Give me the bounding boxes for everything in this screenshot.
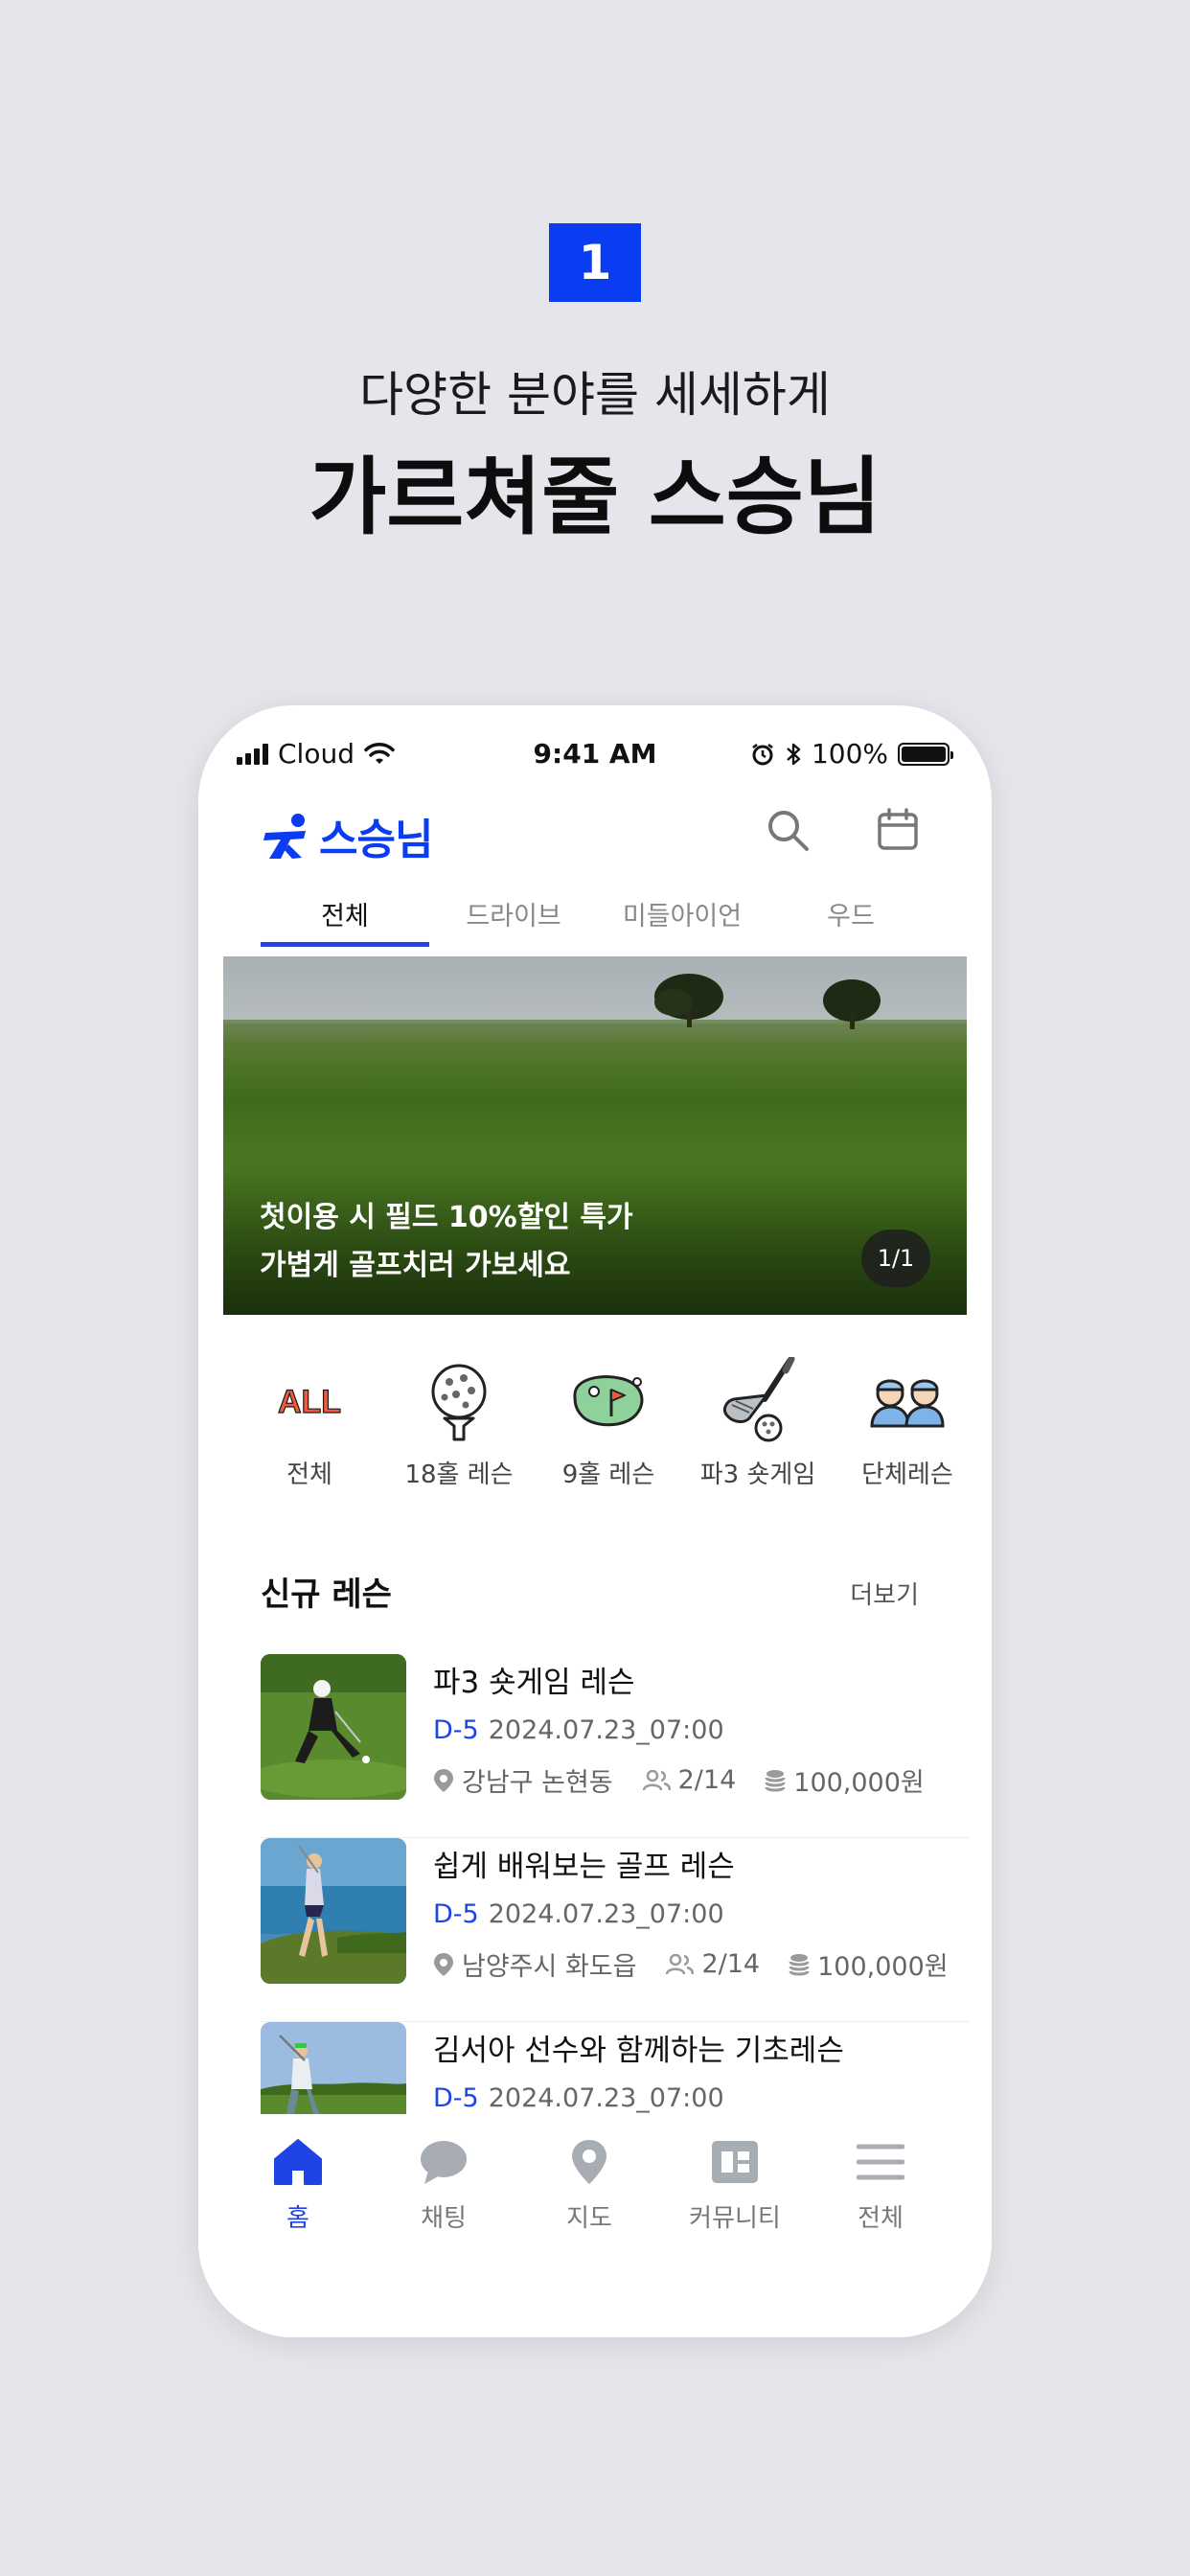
lesson-datetime: 2024.07.23_07:00 xyxy=(488,1899,724,1929)
menu-icon xyxy=(854,2135,907,2189)
nav-chat[interactable]: 채팅 xyxy=(371,2114,516,2337)
lesson-thumbnail xyxy=(261,1654,406,1800)
more-link[interactable]: 더보기 xyxy=(850,1576,919,1611)
banner-line-2: 가볍게 골프치러 가보세요 xyxy=(260,1249,571,1282)
location-pin-icon xyxy=(434,1768,453,1792)
category-label: 전체 xyxy=(286,1460,332,1489)
category-label: 9홀 레슨 xyxy=(561,1460,655,1489)
category-label: 단체레슨 xyxy=(861,1460,953,1489)
tab-middle-iron[interactable]: 미들아이언 xyxy=(598,887,767,947)
location-pin-icon xyxy=(434,1952,453,1976)
logo-figure-icon xyxy=(263,814,306,859)
lesson-price: 100,000원 xyxy=(817,1952,949,1982)
lesson-item[interactable]: 쉽게 배워보는 골프 레슨 D-5 2024.07.23_07:00 남양주시 화… xyxy=(261,1838,970,2022)
step-badge: 1 xyxy=(549,223,641,302)
lesson-title: 파3 숏게임 레슨 xyxy=(433,1666,635,1700)
lesson-schedule: D-5 2024.07.23_07:00 xyxy=(433,1899,724,1929)
status-bar: Cloud 9:41 AM 100% xyxy=(198,705,992,801)
tab-wood[interactable]: 우드 xyxy=(767,887,935,947)
map-pin-icon xyxy=(562,2135,616,2189)
category-par3-short-game[interactable]: 파3 숏게임 xyxy=(683,1357,833,1501)
banner-line-1: 첫이용 시 필드 10%할인 특가 xyxy=(260,1201,633,1234)
banner-page-counter: 1/1 xyxy=(861,1230,930,1287)
coin-stack-icon xyxy=(765,1769,786,1791)
golf-ball-tee-icon xyxy=(416,1357,502,1443)
all-icon: ALL xyxy=(266,1357,353,1443)
home-icon xyxy=(271,2135,325,2189)
tab-drive[interactable]: 드라이브 xyxy=(429,887,598,947)
nav-label: 홈 xyxy=(286,2204,309,2233)
category-group-lesson[interactable]: 단체레슨 xyxy=(833,1357,982,1501)
chat-icon xyxy=(417,2135,470,2189)
category-label: 파3 숏게임 xyxy=(699,1460,816,1489)
category-all[interactable]: ALL 전체 xyxy=(235,1357,384,1501)
category-shortcuts: ALL 전체 18홀 레슨 9홀 레슨 파3 숏게임 단체레슨 xyxy=(235,1357,982,1501)
trees-image xyxy=(654,974,881,1029)
nav-label: 지도 xyxy=(566,2204,612,2233)
group-people-icon xyxy=(864,1357,950,1443)
calendar-icon xyxy=(878,808,918,850)
section-title-new-lessons: 신규 레슨 xyxy=(261,1576,392,1614)
search-icon xyxy=(768,811,809,851)
lesson-details: 남양주시 화도읍 2/14 100,000원 xyxy=(433,1945,949,1983)
dday-badge: D-5 xyxy=(433,1715,479,1745)
nav-label: 커뮤니티 xyxy=(689,2204,781,2233)
category-9-hole[interactable]: 9홀 레슨 xyxy=(534,1357,683,1501)
alarm-icon xyxy=(752,743,773,765)
app-logo[interactable]: 스승님 xyxy=(260,805,433,866)
lesson-participants: 2/14 xyxy=(677,1765,737,1795)
nav-all-menu[interactable]: 전체 xyxy=(808,2114,953,2337)
phone-frame: Cloud 9:41 AM 100% 스승님 전체 드라이브 미들아이언 우드 … xyxy=(198,705,992,2337)
lesson-price: 100,000원 xyxy=(793,1768,925,1798)
coin-stack-icon xyxy=(789,1953,810,1975)
lesson-title: 쉽게 배워보는 골프 레슨 xyxy=(433,1850,735,1884)
lesson-location: 남양주시 화도읍 xyxy=(462,1952,637,1982)
dday-badge: D-5 xyxy=(433,2083,479,2113)
lesson-details: 강남구 논현동 2/14 100,000원 xyxy=(433,1761,925,1799)
nav-map[interactable]: 지도 xyxy=(516,2114,662,2337)
banner-caption: 첫이용 시 필드 10%할인 특가 가볍게 골프치러 가보세요 xyxy=(260,1194,633,1290)
golf-green-flag-icon xyxy=(565,1357,652,1443)
bluetooth-icon xyxy=(787,743,801,765)
nav-label: 전체 xyxy=(858,2204,904,2233)
nav-community[interactable]: 커뮤니티 xyxy=(662,2114,808,2337)
promo-subtitle: 다양한 분야를 세세하게 xyxy=(359,367,831,423)
all-icon-text: ALL xyxy=(278,1384,341,1420)
golf-club-icon xyxy=(715,1357,801,1443)
lesson-schedule: D-5 2024.07.23_07:00 xyxy=(433,1715,724,1745)
bottom-navigation: 홈 채팅 지도 커뮤니티 전체 xyxy=(198,2114,992,2337)
category-18-hole[interactable]: 18홀 레슨 xyxy=(384,1357,534,1501)
promo-banner[interactable]: 첫이용 시 필드 10%할인 특가 가볍게 골프치러 가보세요 1/1 xyxy=(223,956,967,1315)
dday-badge: D-5 xyxy=(433,1899,479,1929)
lesson-participants: 2/14 xyxy=(701,1949,761,1979)
calendar-button[interactable] xyxy=(869,801,927,859)
lesson-datetime: 2024.07.23_07:00 xyxy=(488,2083,724,2113)
lesson-thumbnail xyxy=(261,1838,406,1984)
community-icon xyxy=(708,2135,762,2189)
lesson-datetime: 2024.07.23_07:00 xyxy=(488,1715,724,1745)
search-button[interactable] xyxy=(759,801,816,859)
people-icon xyxy=(642,1769,671,1790)
nav-label: 채팅 xyxy=(421,2204,467,2233)
lesson-location: 강남구 논현동 xyxy=(462,1768,613,1798)
battery-icon xyxy=(898,742,953,766)
promo-title: 가르쳐줄 스승님 xyxy=(309,448,881,546)
tab-all[interactable]: 전체 xyxy=(261,887,429,947)
lesson-item[interactable]: 파3 숏게임 레슨 D-5 2024.07.23_07:00 강남구 논현동 2/… xyxy=(261,1654,970,1838)
people-icon xyxy=(666,1953,695,1974)
lesson-title: 김서아 선수와 함께하는 기초레슨 xyxy=(433,2034,844,2068)
category-label: 18홀 레슨 xyxy=(404,1460,514,1489)
logo-text: 스승님 xyxy=(319,816,433,864)
lesson-schedule: D-5 2024.07.23_07:00 xyxy=(433,2083,724,2113)
battery-percent: 100% xyxy=(811,738,888,770)
category-tabs: 전체 드라이브 미들아이언 우드 xyxy=(261,887,935,947)
nav-home[interactable]: 홈 xyxy=(225,2114,371,2337)
